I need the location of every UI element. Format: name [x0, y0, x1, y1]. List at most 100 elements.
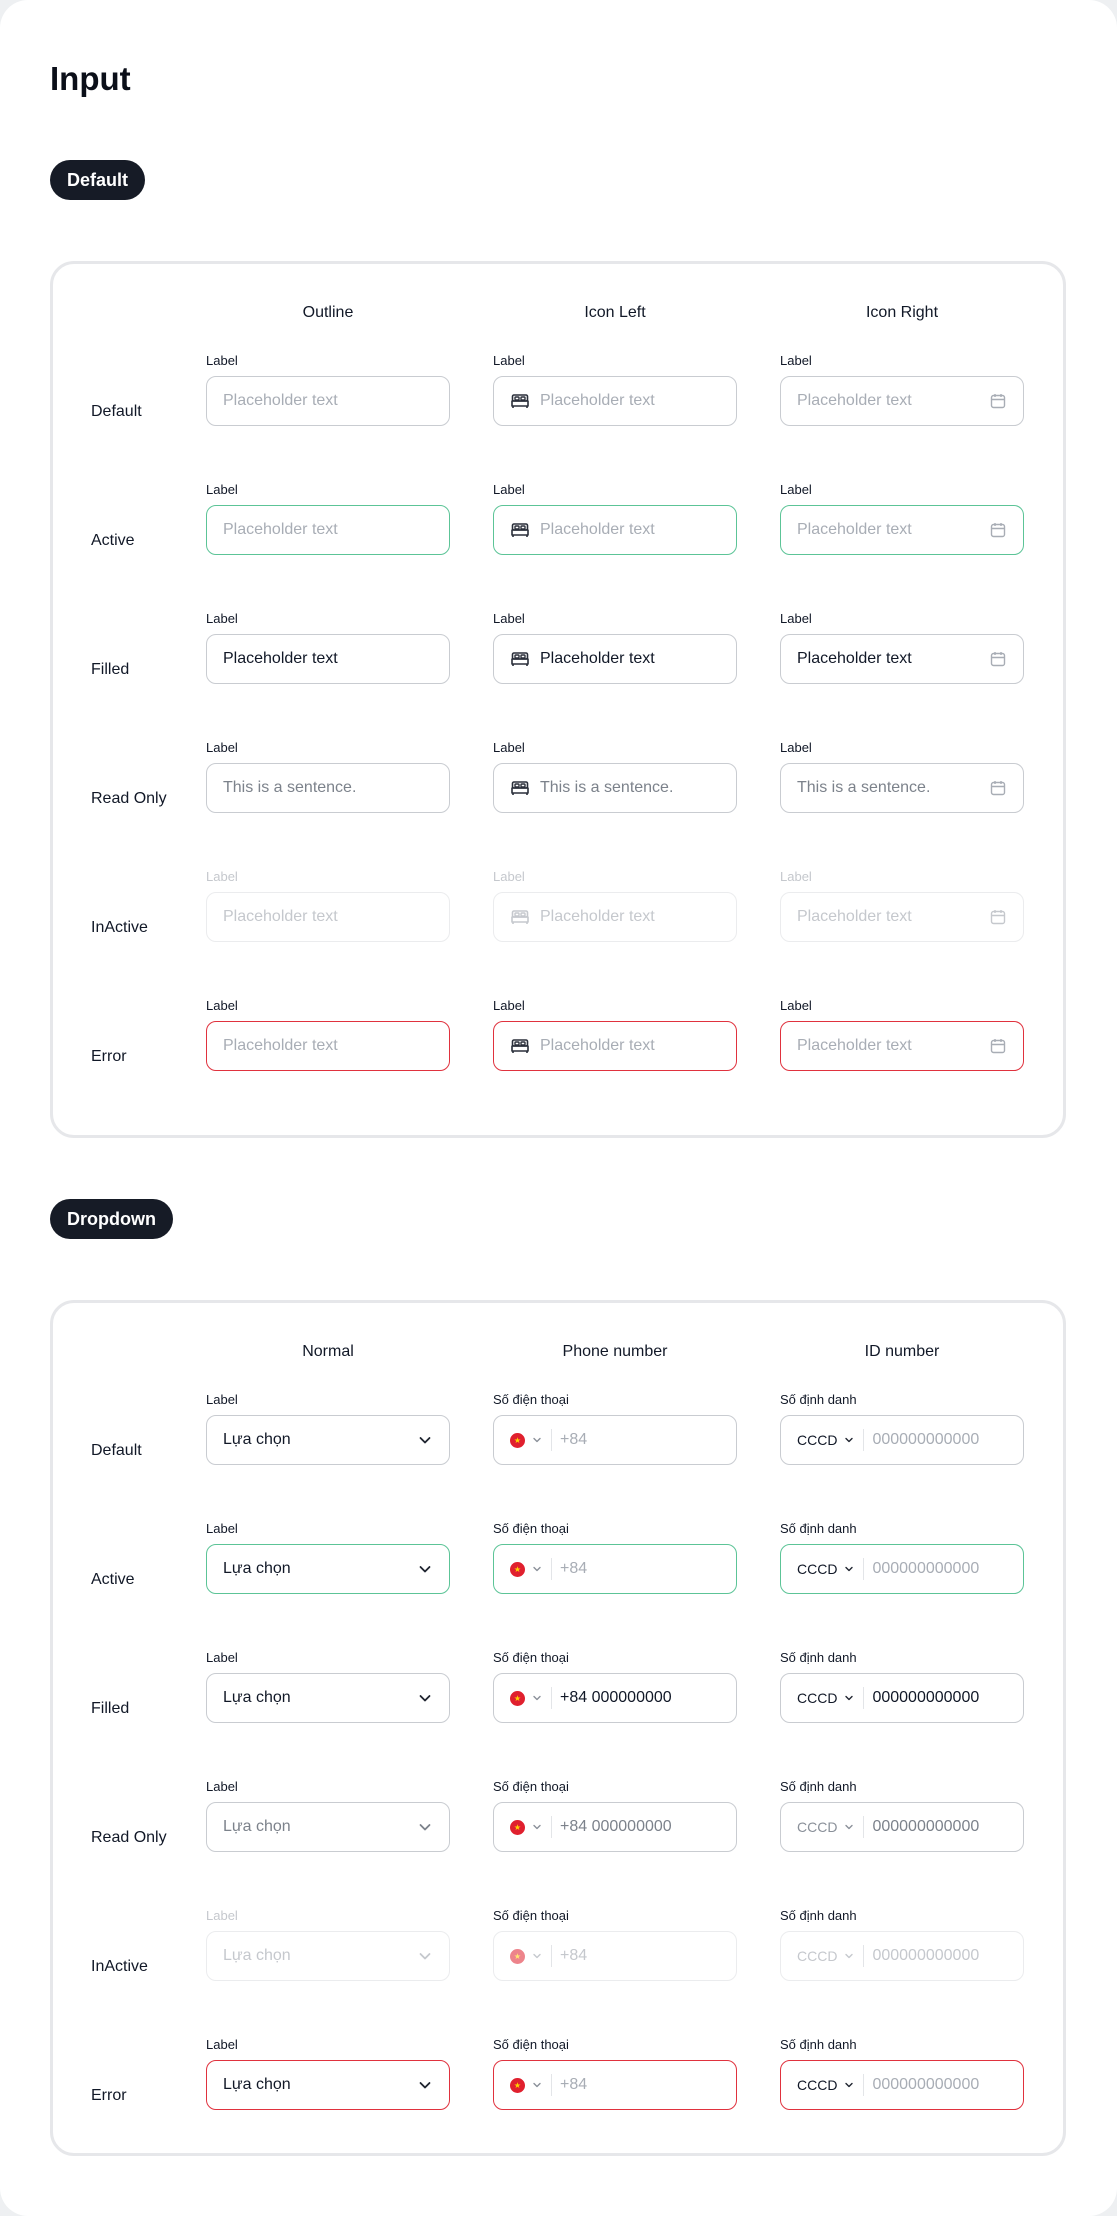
chevron-down-icon [531, 1821, 543, 1833]
country-code-selector [510, 1948, 543, 1964]
text-input-icon-right-readonly[interactable]: This is a sentence. [780, 763, 1024, 813]
text-input-icon-left-default[interactable]: Placeholder text [493, 376, 737, 426]
input-placeholder: Placeholder text [223, 521, 338, 538]
text-input-outline-active[interactable]: Placeholder text [206, 505, 450, 555]
text-input-icon-right-error[interactable]: Placeholder text [780, 1021, 1024, 1071]
country-code-selector[interactable] [510, 1561, 543, 1577]
id-number-input-error[interactable]: CCCD 000000000000 [780, 2060, 1024, 2110]
id-type-selector[interactable]: CCCD [797, 1432, 855, 1448]
chevron-down-icon [531, 1434, 543, 1446]
divider [863, 1816, 865, 1838]
country-code-selector[interactable] [510, 1432, 543, 1448]
id-number-input-default[interactable]: CCCD 000000000000 [780, 1415, 1024, 1465]
field-label: Label [493, 998, 525, 1013]
phone-input-inactive: +84 [493, 1931, 737, 1981]
bed-icon [510, 1036, 530, 1056]
id-type-selector[interactable]: CCCD [797, 1690, 855, 1706]
phone-input-default[interactable]: +84 [493, 1415, 737, 1465]
text-input-icon-right-filled[interactable]: Placeholder text [780, 634, 1024, 684]
id-type-value: CCCD [797, 1690, 838, 1706]
section-pill-dropdown: Dropdown [50, 1199, 173, 1239]
text-input-icon-left-readonly[interactable]: This is a sentence. [493, 763, 737, 813]
id-type-selector[interactable]: CCCD [797, 2077, 855, 2093]
select-value: Lựa chọn [223, 1689, 291, 1706]
vietnam-flag-icon [510, 1432, 525, 1448]
field-label: Số điện thoại [493, 1908, 569, 1923]
vietnam-flag-icon [510, 1819, 525, 1835]
input-value: Placeholder text [797, 650, 912, 667]
divider [863, 1558, 865, 1580]
chevron-down-icon [417, 1432, 433, 1448]
column-header-normal: Normal [302, 1343, 354, 1360]
phone-input-active[interactable]: +84 [493, 1544, 737, 1594]
chevron-down-icon [417, 2077, 433, 2093]
text-input-icon-right-active[interactable]: Placeholder text [780, 505, 1024, 555]
id-number-input-active[interactable]: CCCD 000000000000 [780, 1544, 1024, 1594]
text-input-icon-left-filled[interactable]: Placeholder text [493, 634, 737, 684]
id-number-input-filled[interactable]: CCCD 000000000000 [780, 1673, 1024, 1723]
country-code-selector[interactable] [510, 1819, 543, 1835]
select-value: Lựa chọn [223, 1947, 291, 1964]
column-header-icon-left: Icon Left [584, 304, 646, 321]
input-placeholder: Placeholder text [223, 1037, 338, 1054]
id-number-input-inactive: CCCD 000000000000 [780, 1931, 1024, 1981]
divider [551, 1558, 552, 1580]
row-label-default: Default [91, 403, 142, 420]
field-label: Số định danh [780, 1392, 857, 1407]
id-number-value: 000000000000 [872, 2076, 980, 2093]
id-type-selector[interactable]: CCCD [797, 1819, 855, 1835]
bed-icon [510, 778, 530, 798]
id-type-value: CCCD [797, 1432, 838, 1448]
field-label: Số định danh [780, 1908, 857, 1923]
divider [551, 1687, 552, 1709]
phone-value: +84 [560, 1560, 588, 1577]
divider [863, 1687, 865, 1709]
chevron-down-icon [531, 2079, 543, 2091]
select-dropdown-filled[interactable]: Lựa chọn [206, 1673, 450, 1723]
id-number-input-readonly[interactable]: CCCD 000000000000 [780, 1802, 1024, 1852]
text-input-outline-readonly[interactable]: This is a sentence. [206, 763, 450, 813]
select-value: Lựa chọn [223, 1818, 291, 1835]
field-label: Số điện thoại [493, 1650, 569, 1665]
id-number-value: 000000000000 [872, 1689, 980, 1706]
bed-icon [510, 391, 530, 411]
row-label-error: Error [91, 1048, 127, 1065]
calendar-icon [989, 650, 1007, 668]
input-placeholder: Placeholder text [223, 392, 338, 409]
text-input-icon-right-default[interactable]: Placeholder text [780, 376, 1024, 426]
text-input-outline-error[interactable]: Placeholder text [206, 1021, 450, 1071]
select-value: Lựa chọn [223, 1560, 291, 1577]
field-label: Label [493, 482, 525, 497]
text-input-icon-left-active[interactable]: Placeholder text [493, 505, 737, 555]
column-header-outline: Outline [302, 304, 354, 321]
field-label: Label [493, 869, 525, 884]
phone-input-error[interactable]: +84 [493, 2060, 737, 2110]
phone-input-filled[interactable]: +84 000000000 [493, 1673, 737, 1723]
input-placeholder: Placeholder text [540, 908, 655, 925]
input-placeholder: Placeholder text [797, 908, 912, 925]
select-dropdown-error[interactable]: Lựa chọn [206, 2060, 450, 2110]
calendar-icon [989, 392, 1007, 410]
divider [863, 1429, 865, 1451]
dropdown-variants-panel: Normal Phone number ID number Default Label L… [50, 1300, 1066, 2156]
id-type-selector[interactable]: CCCD [797, 1561, 855, 1577]
country-code-selector[interactable] [510, 2077, 543, 2093]
field-label: Label [493, 611, 525, 626]
id-type-value: CCCD [797, 1561, 838, 1577]
field-label: Label [493, 353, 525, 368]
select-dropdown-readonly[interactable]: Lựa chọn [206, 1802, 450, 1852]
select-dropdown-active[interactable]: Lựa chọn [206, 1544, 450, 1594]
field-label: Label [206, 1908, 238, 1923]
text-input-outline-default[interactable]: Placeholder text [206, 376, 450, 426]
id-number-value: 000000000000 [872, 1947, 980, 1964]
text-input-icon-left-error[interactable]: Placeholder text [493, 1021, 737, 1071]
country-code-selector[interactable] [510, 1690, 543, 1706]
chevron-down-icon [417, 1561, 433, 1577]
select-dropdown-default[interactable]: Lựa chọn [206, 1415, 450, 1465]
field-label: Label [206, 353, 238, 368]
text-input-outline-filled[interactable]: Placeholder text [206, 634, 450, 684]
phone-input-readonly[interactable]: +84 000000000 [493, 1802, 737, 1852]
phone-value: +84 000000000 [560, 1818, 672, 1835]
chevron-down-icon [531, 1950, 543, 1962]
chevron-down-icon [843, 1692, 855, 1704]
